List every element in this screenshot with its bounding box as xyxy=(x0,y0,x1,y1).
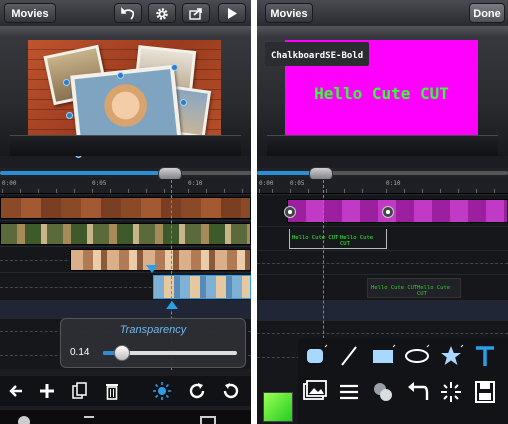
text-tool-icon[interactable] xyxy=(472,343,498,369)
right-screen: Movies Done Hello Cute CUT ChalkboardSE-… xyxy=(257,0,508,424)
play-icon xyxy=(228,8,237,19)
layers-icon[interactable] xyxy=(370,379,396,405)
empty-track xyxy=(257,300,508,321)
background-track xyxy=(0,194,251,221)
text-clip-selected[interactable]: Hello Cute CUT Hello Cute CUT xyxy=(289,229,387,249)
background-clip[interactable] xyxy=(0,197,251,219)
font-name-badge: ChalkboardSE-Bold xyxy=(265,42,370,66)
clip-end-handle[interactable] xyxy=(382,206,394,218)
empty-track xyxy=(0,300,251,319)
done-button[interactable]: Done xyxy=(469,3,505,23)
scrub-bar[interactable] xyxy=(257,167,508,181)
menu-lines-icon[interactable] xyxy=(336,379,362,405)
movies-back-button[interactable]: Movies xyxy=(4,3,56,23)
star-icon[interactable] xyxy=(438,343,464,369)
tick-label: 0:05 xyxy=(92,180,107,187)
preview-text[interactable]: Hello Cute CUT xyxy=(285,84,478,103)
text-track-1: Hello Cute CUT Hello Cute CUT xyxy=(257,226,508,251)
text-style-clip[interactable] xyxy=(287,199,508,223)
clip-marker-down-icon xyxy=(146,265,158,273)
undo-icon xyxy=(121,7,135,20)
brightness-icon[interactable] xyxy=(153,382,171,400)
rounded-rect-icon[interactable] xyxy=(302,343,328,369)
slider-knob[interactable] xyxy=(113,345,130,361)
selection-handle[interactable] xyxy=(180,99,187,106)
selection-handle[interactable] xyxy=(66,112,73,119)
movies-back-label: Movies xyxy=(11,8,49,20)
photo-track xyxy=(0,272,251,301)
save-icon[interactable] xyxy=(472,379,498,405)
share-icon xyxy=(189,8,202,20)
selection-handle[interactable] xyxy=(171,64,178,71)
tick-label: 0:00 xyxy=(259,180,274,187)
transparency-value: 0.14 xyxy=(70,347,90,358)
ellipse-icon[interactable] xyxy=(404,343,430,369)
text-track-2: Hello Cute CUT Hello Cute CUT xyxy=(257,274,508,301)
settings-button[interactable] xyxy=(148,3,176,23)
text-clip-label: Hello Cute CUT xyxy=(371,285,418,291)
text-clip-label: Hello Cute CUT xyxy=(417,285,451,297)
left-screen: Movies 0:00 0:05 0:10 Transparency 0.14 xyxy=(0,0,251,424)
undo-button[interactable] xyxy=(114,3,142,23)
top-navigation-bar: Movies Done xyxy=(257,0,508,27)
stage-base xyxy=(267,135,498,156)
rect-icon[interactable] xyxy=(370,343,396,369)
tick-label: 0:10 xyxy=(188,180,203,187)
trash-icon[interactable] xyxy=(105,382,119,400)
clip-marker-up-icon xyxy=(166,301,178,309)
text-style-track xyxy=(257,194,508,227)
transparency-slider[interactable] xyxy=(103,345,237,361)
text-clip-label: Hello Cute CUT xyxy=(292,235,339,241)
tick-label: 0:10 xyxy=(386,180,401,187)
tick-label: 0:00 xyxy=(2,180,17,187)
video-track-2 xyxy=(0,246,251,273)
scrub-track xyxy=(317,171,508,175)
color-swatch[interactable] xyxy=(263,392,293,422)
bottom-toolbar xyxy=(0,376,251,406)
image-icon[interactable] xyxy=(302,379,328,405)
gear-icon xyxy=(156,8,168,20)
timeline-ruler: 0:00 0:05 0:10 xyxy=(0,179,251,194)
share-button[interactable] xyxy=(182,3,210,23)
scrub-progress xyxy=(257,171,317,175)
top-navigation-bar: Movies xyxy=(0,0,251,27)
movies-back-label: Movies xyxy=(270,8,308,20)
transparency-panel: Transparency 0.14 xyxy=(60,318,246,368)
undo-icon[interactable] xyxy=(404,379,430,405)
stage-base xyxy=(10,135,241,156)
arrow-left-icon[interactable] xyxy=(8,383,24,399)
transparency-title: Transparency xyxy=(119,324,187,336)
copy-icon[interactable] xyxy=(72,382,88,400)
empty-track xyxy=(257,250,508,275)
video-track-1 xyxy=(0,220,251,247)
scrub-bar[interactable] xyxy=(0,167,251,181)
text-clip-label: Hello Cute CUT xyxy=(340,235,374,247)
redo-icon[interactable] xyxy=(188,382,206,400)
done-label: Done xyxy=(473,8,501,20)
secondary-toolbar xyxy=(0,410,251,424)
line-icon[interactable] xyxy=(336,343,362,369)
preview-stage: Hello Cute CUT ChalkboardSE-Bold xyxy=(257,26,508,156)
font-name-label: ChalkboardSE-Bold xyxy=(271,51,364,61)
plus-icon[interactable] xyxy=(39,383,55,399)
track-divider xyxy=(257,263,508,264)
selection-handle[interactable] xyxy=(63,79,70,86)
clip-start-handle[interactable] xyxy=(284,206,296,218)
drawing-tool-panel xyxy=(298,338,508,424)
selection-handle[interactable] xyxy=(117,72,124,79)
timeline-ruler: 0:00 0:05 0:10 xyxy=(257,179,508,194)
play-button[interactable] xyxy=(218,3,246,23)
sparkle-icon[interactable] xyxy=(438,379,464,405)
text-clip[interactable]: Hello Cute CUT Hello Cute CUT xyxy=(367,278,461,298)
video-clip[interactable] xyxy=(0,223,251,245)
undo-icon[interactable] xyxy=(222,382,240,400)
movies-back-button[interactable]: Movies xyxy=(265,3,313,23)
preview-stage xyxy=(0,26,251,158)
tick-label: 0:05 xyxy=(290,180,305,187)
video-clip[interactable] xyxy=(70,249,251,271)
selected-photo-clip[interactable] xyxy=(153,275,251,299)
scrub-progress xyxy=(0,171,165,175)
track-divider xyxy=(257,333,508,334)
